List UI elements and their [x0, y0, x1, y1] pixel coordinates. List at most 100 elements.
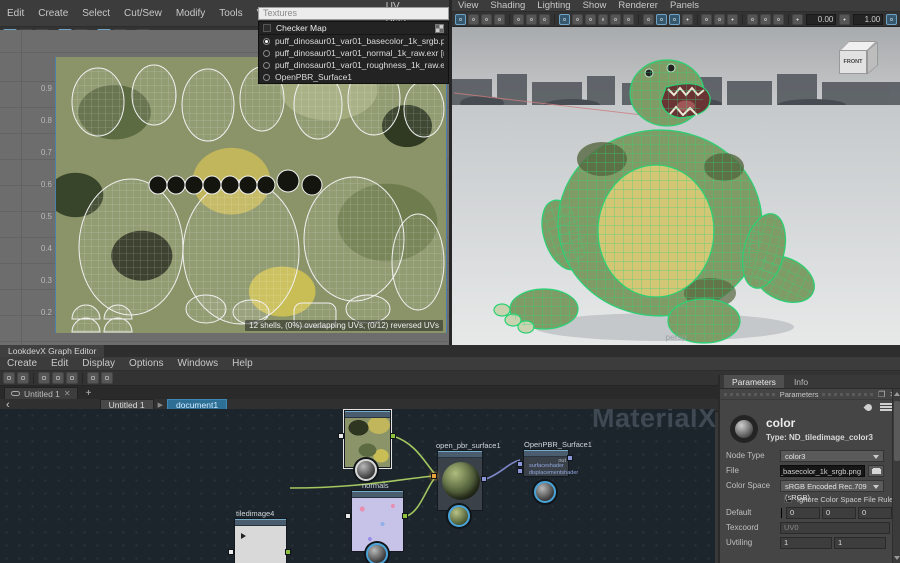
- output-port[interactable]: [481, 476, 487, 482]
- displacementshader-row[interactable]: displacementshader: [529, 470, 578, 476]
- output-port[interactable]: [390, 433, 396, 439]
- motion-blur-icon[interactable]: [727, 14, 738, 25]
- vp-menu-renderer[interactable]: Renderer: [612, 0, 664, 11]
- output-port[interactable]: [285, 549, 291, 555]
- isolate-select-icon[interactable]: [747, 14, 758, 25]
- layout-vertical-icon[interactable]: [52, 372, 64, 384]
- soloing-icon[interactable]: [101, 372, 113, 384]
- film-gate-icon[interactable]: [572, 14, 583, 25]
- camera-attributes-icon[interactable]: [481, 14, 492, 25]
- ao-icon[interactable]: [714, 14, 725, 25]
- layout-grid-icon[interactable]: [559, 14, 570, 25]
- viewport-settings-icon[interactable]: [886, 14, 897, 25]
- vp-menu-panels[interactable]: Panels: [664, 0, 705, 11]
- pan-zoom-icon[interactable]: [526, 14, 537, 25]
- node-swatch-sphere[interactable]: [355, 459, 377, 481]
- scroll-down-icon[interactable]: [894, 556, 900, 560]
- vp-menu-lighting[interactable]: Lighting: [531, 0, 576, 11]
- new-tab-button[interactable]: +: [78, 388, 100, 399]
- ld-menu-windows[interactable]: Windows: [171, 357, 226, 370]
- bookmark-icon[interactable]: [494, 14, 505, 25]
- drag-handle[interactable]: [822, 393, 874, 396]
- default-g-field[interactable]: [822, 507, 856, 519]
- checkbox-icon[interactable]: [263, 24, 271, 32]
- safe-title-icon[interactable]: [623, 14, 634, 25]
- ld-menu-display[interactable]: Display: [75, 357, 122, 370]
- node-swatch-sphere[interactable]: [534, 481, 556, 503]
- input-port[interactable]: [345, 513, 351, 519]
- texture-item-checker-map[interactable]: Checker Map: [259, 22, 448, 35]
- select-camera-icon[interactable]: [455, 14, 466, 25]
- texcoord-field[interactable]: [780, 522, 890, 534]
- input-port[interactable]: [517, 461, 523, 467]
- node-graph-canvas[interactable]: MaterialX tiledimage4 color: [0, 409, 715, 563]
- node-swatch-sphere[interactable]: [448, 505, 470, 527]
- uv-menu-cutsew[interactable]: Cut/Sew: [117, 7, 169, 20]
- gamma-icon[interactable]: [839, 14, 850, 25]
- input-port[interactable]: [517, 468, 523, 474]
- uv-menu-modify[interactable]: Modify: [169, 7, 212, 20]
- node-type-select[interactable]: color3: [780, 450, 884, 462]
- radio-icon[interactable]: [263, 74, 270, 81]
- shadows-icon[interactable]: [701, 14, 712, 25]
- view-cube[interactable]: FRONT: [836, 39, 882, 85]
- view-cube-front-face[interactable]: FRONT: [839, 50, 867, 74]
- uv-menu-tools[interactable]: Tools: [212, 7, 249, 20]
- uvtiling-u-field[interactable]: [780, 537, 832, 549]
- texture-search-input[interactable]: [258, 7, 449, 20]
- frame-selection-icon[interactable]: [87, 372, 99, 384]
- ld-menu-options[interactable]: Options: [122, 357, 170, 370]
- radio-selected-icon[interactable]: [263, 38, 270, 45]
- shaded-icon[interactable]: [656, 14, 667, 25]
- surfaceshader-row[interactable]: surfaceshader: [529, 463, 564, 469]
- node-header[interactable]: [524, 450, 568, 457]
- create-node-icon[interactable]: [3, 372, 15, 384]
- exposure-icon[interactable]: [792, 14, 803, 25]
- output-port[interactable]: [567, 455, 573, 461]
- input-port-active[interactable]: [431, 473, 437, 479]
- menu-icon[interactable]: [880, 403, 892, 411]
- vp-menu-view[interactable]: View: [452, 0, 484, 11]
- default-b-field[interactable]: [858, 507, 892, 519]
- vp-menu-show[interactable]: Show: [577, 0, 613, 11]
- default-color-swatch[interactable]: [780, 507, 783, 519]
- node-header[interactable]: [235, 519, 286, 526]
- wireframe-icon[interactable]: [643, 14, 654, 25]
- ld-menu-edit[interactable]: Edit: [44, 357, 75, 370]
- node-tiledimage4[interactable]: [234, 518, 287, 563]
- default-r-field[interactable]: [786, 507, 820, 519]
- float-panel-icon[interactable]: ❐: [878, 390, 885, 399]
- texture-item-openpbr[interactable]: OpenPBR_Surface1: [259, 71, 448, 83]
- node-header[interactable]: [345, 411, 390, 418]
- radio-icon[interactable]: [263, 50, 270, 57]
- image-plane-icon[interactable]: [513, 14, 524, 25]
- scroll-up-icon[interactable]: [894, 392, 900, 396]
- close-tab-icon[interactable]: ✕: [64, 390, 71, 398]
- lookdevx-title-tab[interactable]: LookdevX Graph Editor: [0, 345, 104, 357]
- tab-parameters[interactable]: Parameters: [724, 375, 784, 388]
- output-port[interactable]: [402, 513, 408, 519]
- uvtiling-v-field[interactable]: [834, 537, 886, 549]
- scrollbar-thumb[interactable]: [894, 401, 900, 461]
- tab-info[interactable]: Info: [786, 375, 816, 388]
- lock-camera-icon[interactable]: [468, 14, 479, 25]
- uv-menu-create[interactable]: Create: [31, 7, 75, 20]
- input-port[interactable]: [228, 549, 234, 555]
- file-path-field[interactable]: osaur01_var01_basecolor_1k_srgb.png: [780, 465, 865, 477]
- lights-icon[interactable]: [682, 14, 693, 25]
- auto-layout-icon[interactable]: [66, 372, 78, 384]
- drag-handle[interactable]: [724, 393, 776, 396]
- node-openpbr-surface1[interactable]: out surfaceshader displacementshader: [523, 449, 569, 477]
- uv-menu-edit[interactable]: Edit: [0, 7, 31, 20]
- xray-icon[interactable]: [760, 14, 771, 25]
- exposure-field[interactable]: [806, 14, 836, 25]
- uv-menu-select[interactable]: Select: [75, 7, 117, 20]
- input-port[interactable]: [338, 433, 344, 439]
- node-header[interactable]: [438, 451, 482, 458]
- browse-folder-icon[interactable]: [868, 465, 884, 477]
- layout-horizontal-icon[interactable]: [38, 372, 50, 384]
- ld-menu-help[interactable]: Help: [225, 357, 260, 370]
- grease-pencil-icon[interactable]: [539, 14, 550, 25]
- node-open-pbr-surface1[interactable]: [437, 450, 483, 511]
- texture-item-basecolor[interactable]: puff_dinosaur01_var01_basecolor_1k_srgb.…: [259, 35, 448, 47]
